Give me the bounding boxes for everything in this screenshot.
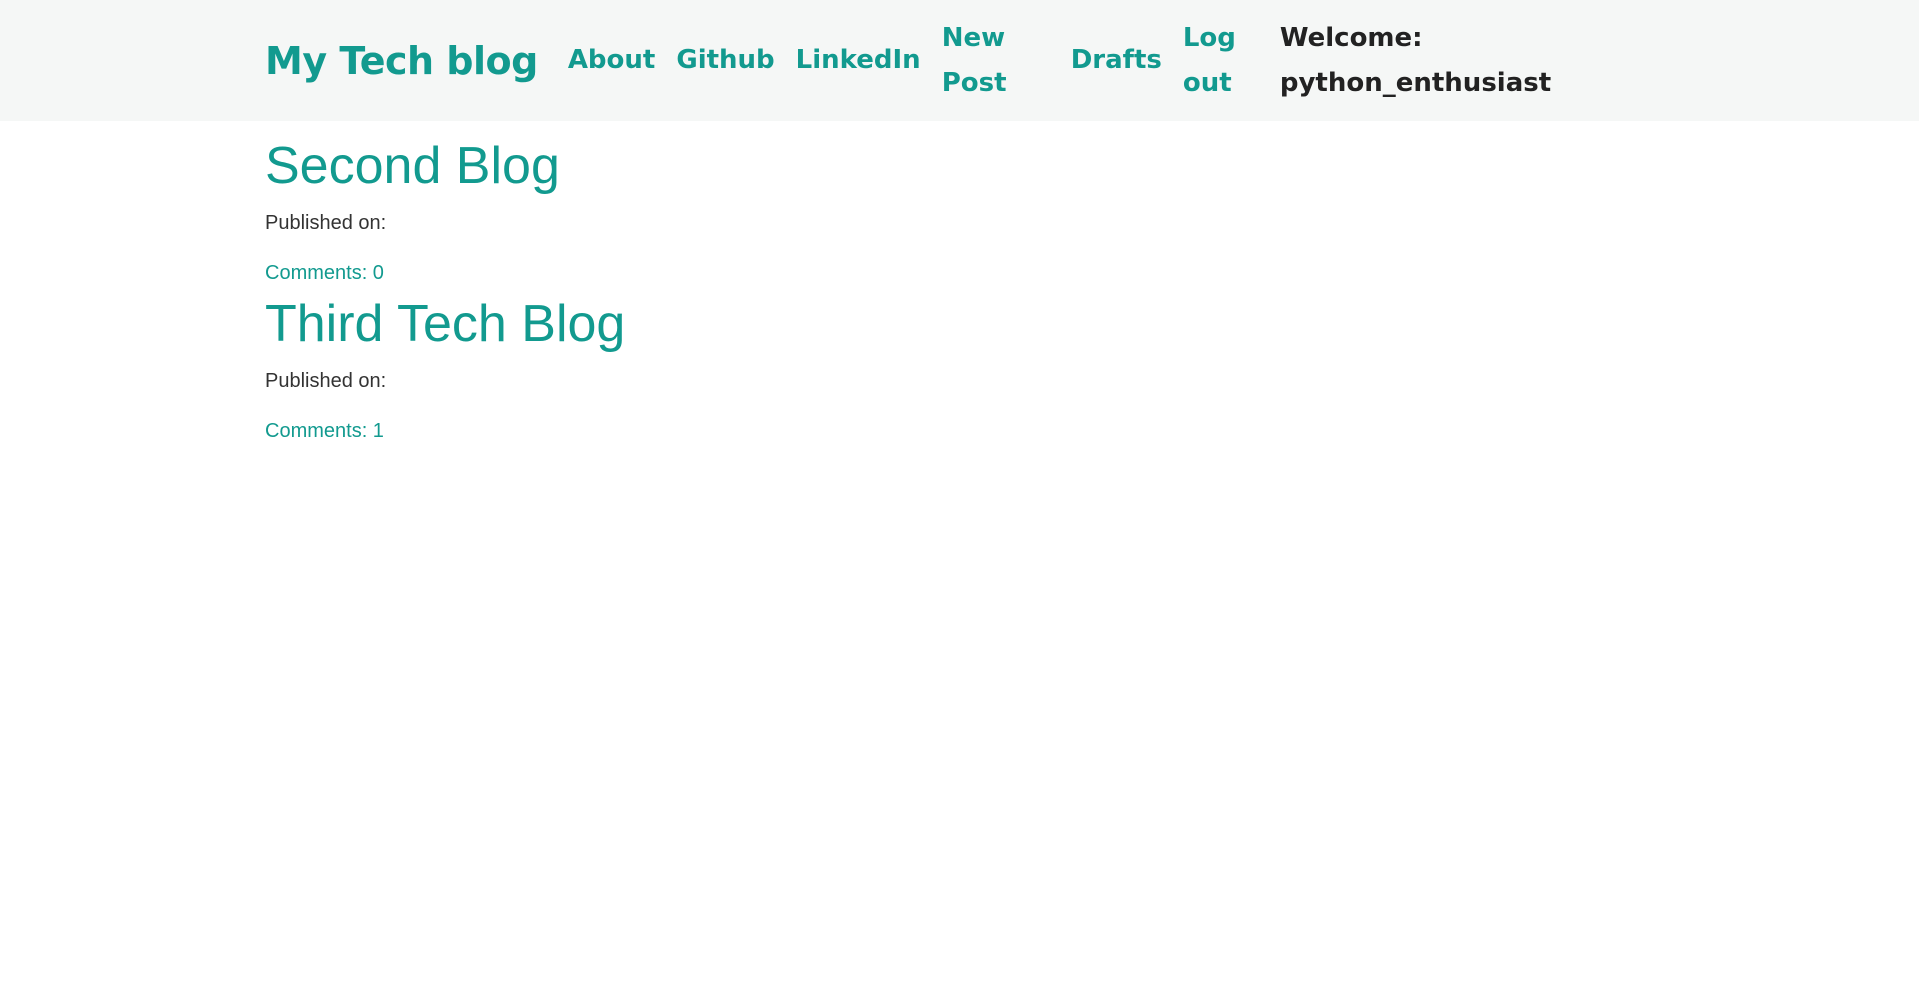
nav-new-post-link[interactable]: New Post <box>942 16 1050 106</box>
published-date: Published on: <box>265 212 387 234</box>
nav-drafts-link[interactable]: Drafts <box>1071 38 1162 83</box>
comments-link[interactable]: Comments: 0 <box>265 258 625 288</box>
welcome-message: Welcome: python_enthusiast <box>1279 22 1552 98</box>
header-inner: My Tech blog About Github LinkedIn New P… <box>265 0 1580 121</box>
post-item: Second Blog Published on: Comments: 0 <box>265 130 625 288</box>
post-title-link[interactable]: Second Blog <box>265 130 625 202</box>
brand-link[interactable]: My Tech blog <box>265 39 538 83</box>
nav-github-link[interactable]: Github <box>676 38 774 83</box>
nav-linkedin-link[interactable]: LinkedIn <box>796 38 921 83</box>
site-header: My Tech blog About Github LinkedIn New P… <box>0 0 1919 121</box>
post-list: Second Blog Published on: Comments: 0 Th… <box>265 130 625 446</box>
nav-about-link[interactable]: About <box>568 38 656 83</box>
post-item: Third Tech Blog Published on: Comments: … <box>265 288 625 446</box>
comments-link[interactable]: Comments: 1 <box>265 416 625 446</box>
nav-logout-link[interactable]: Log out <box>1183 16 1259 106</box>
post-title-link[interactable]: Third Tech Blog <box>265 288 625 360</box>
published-date: Published on: <box>265 370 387 392</box>
